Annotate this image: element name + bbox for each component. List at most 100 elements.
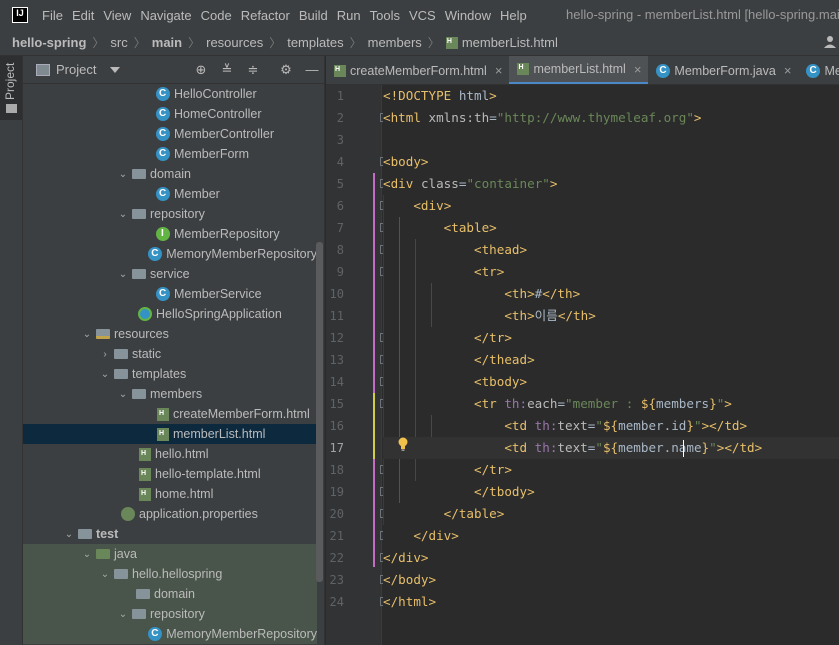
tree-item-label: repository (150, 607, 205, 621)
tree-item[interactable]: ⌄ test (23, 524, 317, 544)
chevron-right-icon: 〉 (427, 36, 440, 50)
line-number: 20 (329, 507, 344, 521)
close-icon[interactable]: × (784, 63, 792, 78)
tree-item[interactable]: hello-template.html (23, 464, 317, 484)
line-number: 19 (329, 485, 344, 499)
menu-file[interactable]: File (38, 8, 67, 23)
tree-item[interactable]: domain (23, 584, 317, 604)
menu-navigate[interactable]: Navigate (136, 8, 195, 23)
tree-item-label: service (150, 267, 190, 281)
menu-edit[interactable]: Edit (68, 8, 98, 23)
breadcrumb-resources[interactable]: resources (206, 35, 263, 50)
tab-create-member-form[interactable]: createMemberForm.html × (326, 56, 509, 84)
expand-all-icon[interactable]: ≚ (220, 63, 234, 77)
breadcrumb-src[interactable]: src (110, 35, 127, 50)
tree-item[interactable]: MemoryMemberRepository (23, 624, 317, 644)
project-panel: Project ⊕ ≚ ≑ ⚙ — HelloController HomeCo… (23, 56, 325, 645)
code-line: <tr> (474, 264, 505, 279)
breadcrumb-file[interactable]: memberList.html (462, 35, 558, 50)
tree-item-label: MemberRepository (174, 227, 280, 241)
menu-help[interactable]: Help (496, 8, 531, 23)
line-number: 12 (329, 331, 344, 345)
tree-scrollbar[interactable] (316, 242, 323, 582)
menu-window[interactable]: Window (441, 8, 495, 23)
gear-icon[interactable]: ⚙ (279, 63, 293, 77)
chevron-down-icon[interactable]: ⌄ (117, 604, 129, 624)
tree-item[interactable]: ⌄ repository (23, 604, 317, 624)
chevron-down-icon[interactable]: ⌄ (63, 524, 75, 544)
code-line: </body> (383, 572, 437, 587)
tree-item[interactable]: MemoryMemberRepository (23, 244, 317, 264)
tree-item[interactable]: HelloSpringApplication (23, 304, 317, 324)
tree-item[interactable]: ⌄ domain (23, 164, 317, 184)
chevron-down-icon[interactable]: ⌄ (117, 384, 129, 404)
editor-tabs: createMemberForm.html × memberList.html … (326, 56, 839, 85)
class-icon (148, 247, 163, 261)
breadcrumb-templates[interactable]: templates (287, 35, 343, 50)
breadcrumb: hello-spring 〉 src 〉 main 〉 resources 〉 … (0, 30, 839, 56)
tree-item-selected[interactable]: memberList.html (23, 424, 317, 444)
menu-refactor[interactable]: Refactor (237, 8, 294, 23)
chevron-down-icon[interactable]: ⌄ (81, 324, 93, 344)
tree-item[interactable]: home.html (23, 484, 317, 504)
breadcrumb-members[interactable]: members (368, 35, 422, 50)
chevron-down-icon[interactable] (110, 66, 121, 73)
breadcrumb-main[interactable]: main (152, 35, 182, 50)
user-icon[interactable] (823, 35, 837, 49)
tree-item[interactable]: application.properties (23, 504, 317, 524)
code-line-current: <td th:text="${member.name}"></td> (383, 437, 839, 459)
tab-member-form-java[interactable]: MemberForm.java × (648, 56, 798, 84)
menu-vcs[interactable]: VCS (405, 8, 440, 23)
menu-build[interactable]: Build (295, 8, 332, 23)
menu-tools[interactable]: Tools (366, 8, 404, 23)
tree-item[interactable]: MemberForm (23, 144, 317, 164)
chevron-down-icon[interactable]: ⌄ (99, 364, 111, 384)
menu-code[interactable]: Code (197, 8, 236, 23)
locate-icon[interactable]: ⊕ (194, 63, 208, 77)
tree-item[interactable]: ⌄ members (23, 384, 317, 404)
tree-item[interactable]: ⌄ resources (23, 324, 317, 344)
lightbulb-icon[interactable] (397, 437, 409, 451)
minimize-icon[interactable]: — (305, 63, 319, 77)
tree-item[interactable]: hello.html (23, 444, 317, 464)
html-file-icon (139, 467, 151, 481)
chevron-right-icon: 〉 (349, 36, 362, 50)
line-number: 10 (329, 287, 344, 301)
tree-item[interactable]: Member (23, 184, 317, 204)
line-number: 23 (329, 573, 344, 587)
tree-item-label: MemoryMemberRepository (166, 627, 317, 641)
breadcrumb-project[interactable]: hello-spring (12, 35, 86, 50)
tree-item[interactable]: › static (23, 344, 317, 364)
tree-item[interactable]: ⌄ java (23, 544, 317, 564)
chevron-right-icon[interactable]: › (99, 344, 111, 364)
tree-item[interactable]: MemberService (23, 284, 317, 304)
tree-item[interactable]: HelloController (23, 84, 317, 104)
code-editor[interactable]: <!DOCTYPE html> <html xmlns:th="http://w… (383, 85, 839, 645)
chevron-right-icon: 〉 (92, 36, 105, 50)
tree-item[interactable]: MemberRepository (23, 224, 317, 244)
line-number: 22 (329, 551, 344, 565)
tab-member-partial[interactable]: Me (798, 56, 839, 84)
close-icon[interactable]: × (495, 63, 503, 78)
tab-member-list[interactable]: memberList.html × (509, 56, 649, 84)
chevron-down-icon[interactable]: ⌄ (117, 264, 129, 284)
tree-item[interactable]: HomeController (23, 104, 317, 124)
chevron-down-icon[interactable]: ⌄ (81, 544, 93, 564)
chevron-down-icon[interactable]: ⌄ (117, 164, 129, 184)
project-panel-title[interactable]: Project (56, 62, 96, 77)
menu-view[interactable]: View (99, 8, 135, 23)
tree-item[interactable]: ⌄ service (23, 264, 317, 284)
chevron-down-icon[interactable]: ⌄ (99, 564, 111, 584)
tree-item-label: application.properties (139, 507, 258, 521)
menu-run[interactable]: Run (333, 8, 365, 23)
tree-item[interactable]: ⌄ repository (23, 204, 317, 224)
tree-item[interactable]: createMemberForm.html (23, 404, 317, 424)
tree-item[interactable]: ⌄ hello.hellospring (23, 564, 317, 584)
chevron-down-icon[interactable]: ⌄ (117, 204, 129, 224)
close-icon[interactable]: × (634, 62, 642, 77)
tree-item[interactable]: MemberController (23, 124, 317, 144)
project-tool-tab[interactable]: Project (0, 56, 22, 120)
collapse-all-icon[interactable]: ≑ (246, 63, 260, 77)
tab-label: Me (824, 63, 839, 78)
tree-item[interactable]: ⌄ templates (23, 364, 317, 384)
